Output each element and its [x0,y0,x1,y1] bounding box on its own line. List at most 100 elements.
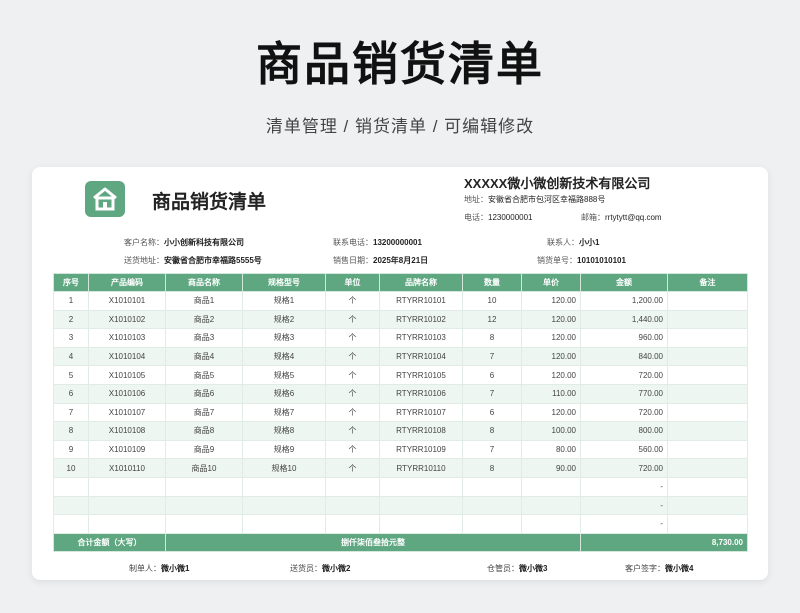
table-cell: 个 [325,439,380,460]
table-cell: 800.00 [580,421,668,441]
company-phone: 电话：1230000001 [464,213,533,222]
table-cell: 7 [462,346,522,367]
table-cell [667,365,748,385]
table-cell: RTYRR10103 [379,328,463,348]
table-cell [667,458,748,478]
table-cell: 规格7 [242,402,326,423]
table-cell: 个 [325,365,380,385]
table-cell: 个 [325,291,380,311]
table-cell: RTYRR10105 [379,365,463,385]
table-cell: 商品6 [165,383,243,404]
table-cell: 2 [53,309,89,330]
company-address: 地址：安徽省合肥市包河区幸福路888号 [464,195,606,204]
total-label: 合计金额（大写） [53,532,166,552]
table-cell [521,514,581,534]
table-cell: 3 [53,328,89,348]
table-cell [667,495,748,516]
table-row: 1 X1010101 商品1 规格1 个 RTYRR10101 10 120.00 1,200.… [53,291,748,311]
table-cell: 720.00 [580,402,668,423]
table-cell: 120.00 [521,309,581,330]
table-cell: RTYRR10107 [379,402,463,423]
table-cell [325,514,380,534]
table-cell: 120.00 [521,365,581,385]
table-cell: 4 [53,346,89,367]
table-cell: 100.00 [521,421,581,441]
page-title: 商品销货清单 [256,38,544,90]
table-cell: 1,440.00 [580,309,668,330]
table-cell: 840.00 [580,346,668,367]
company-name: XXXXX微小微创新技术有限公司 [464,176,651,191]
table-cell [88,514,166,534]
table-cell: X1010109 [88,439,166,460]
table-cell [667,309,748,330]
table-cell: X1010108 [88,421,166,441]
footer-sender: 送货员：微小微2 [290,564,351,573]
table-cell: 商品9 [165,439,243,460]
table-cell [242,514,326,534]
table-cell: 7 [462,439,522,460]
table-cell [667,421,748,441]
table-cell: 商品3 [165,328,243,348]
table-cell [165,495,243,516]
table-cell: 6 [462,402,522,423]
table-cell: 个 [325,328,380,348]
table-cell: 12 [462,309,522,330]
page-subtitle: 清单管理 / 销货清单 / 可编辑修改 [265,117,535,136]
table-cell: 120.00 [521,328,581,348]
header-cell: 品牌名称 [379,273,463,292]
header-cell: 单价 [521,273,581,292]
table-cell [667,291,748,311]
header-cell: 金额 [580,273,668,292]
table-cell: 10 [462,291,522,311]
company-email: 邮箱：rrtytytt@qq.com [581,213,662,222]
total-words: 捌仟柒佰叁拾元整 [165,532,581,552]
total-amount: 8,730.00 [580,532,748,552]
table-row: 10 X1010110 商品10 规格10 个 RTYRR10110 8 90.00 720.0… [53,458,748,478]
table-cell [462,514,522,534]
table-row: 2 X1010102 商品2 规格2 个 RTYRR10102 12 120.00 1,440.… [53,309,748,330]
table-row: 4 X1010104 商品4 规格4 个 RTYRR10104 7 120.00 840.00 [53,346,748,367]
footer-customer-sign: 客户签字：微小微4 [625,564,694,573]
items-table: 序号 产品编码 商品名称 规格型号 单位 品牌名称 数量 单价 金额 备注 1X… [53,273,748,552]
table-cell: 9 [53,439,89,460]
table-cell: 规格2 [242,309,326,330]
table-cell: 个 [325,383,380,404]
header-cell: 产品编码 [88,273,166,292]
table-cell [165,514,243,534]
table-cell [165,476,243,497]
table-cell: RTYRR10104 [379,346,463,367]
table-cell [667,328,748,348]
sale-date: 销售日期：2025年8月21日 [333,256,429,265]
header-cell: 序号 [53,273,89,292]
table-cell [88,476,166,497]
footer-warehouse: 仓管员：微小微3 [487,564,548,573]
table-cell: 7 [53,402,89,423]
table-cell: 90.00 [521,458,581,478]
table-cell: X1010106 [88,383,166,404]
table-cell: 规格5 [242,365,326,385]
table-cell [379,495,463,516]
table-cell [667,439,748,460]
table-cell [667,514,748,534]
table-cell: 120.00 [521,346,581,367]
table-cell: 120.00 [521,291,581,311]
table-header-row: 序号 产品编码 商品名称 规格型号 单位 品牌名称 数量 单价 金额 备注 [53,273,748,292]
table-cell: 商品4 [165,346,243,367]
table-cell: 1,200.00 [580,291,668,311]
table-cell: 个 [325,458,380,478]
table-cell: X1010107 [88,402,166,423]
table-cell: X1010102 [88,309,166,330]
table-cell: 规格9 [242,439,326,460]
table-cell [462,495,522,516]
total-row: 合计金额（大写） 捌仟柒佰叁拾元整 8,730.00 [53,532,748,552]
table-cell: 960.00 [580,328,668,348]
shipping-address: 送货地址：安徽省合肥市幸福路5555号 [124,256,262,265]
table-cell: 6 [53,383,89,404]
table-cell: 6 [462,365,522,385]
table-row: 3 X1010103 商品3 规格3 个 RTYRR10103 8 120.00 960.00 [53,328,748,348]
table-cell: 商品1 [165,291,243,311]
table-cell: RTYRR10108 [379,421,463,441]
table-row: 5 X1010105 商品5 规格5 个 RTYRR10105 6 120.00 720.00 [53,365,748,385]
table-cell: - [580,514,668,534]
table-cell: 8 [462,458,522,478]
